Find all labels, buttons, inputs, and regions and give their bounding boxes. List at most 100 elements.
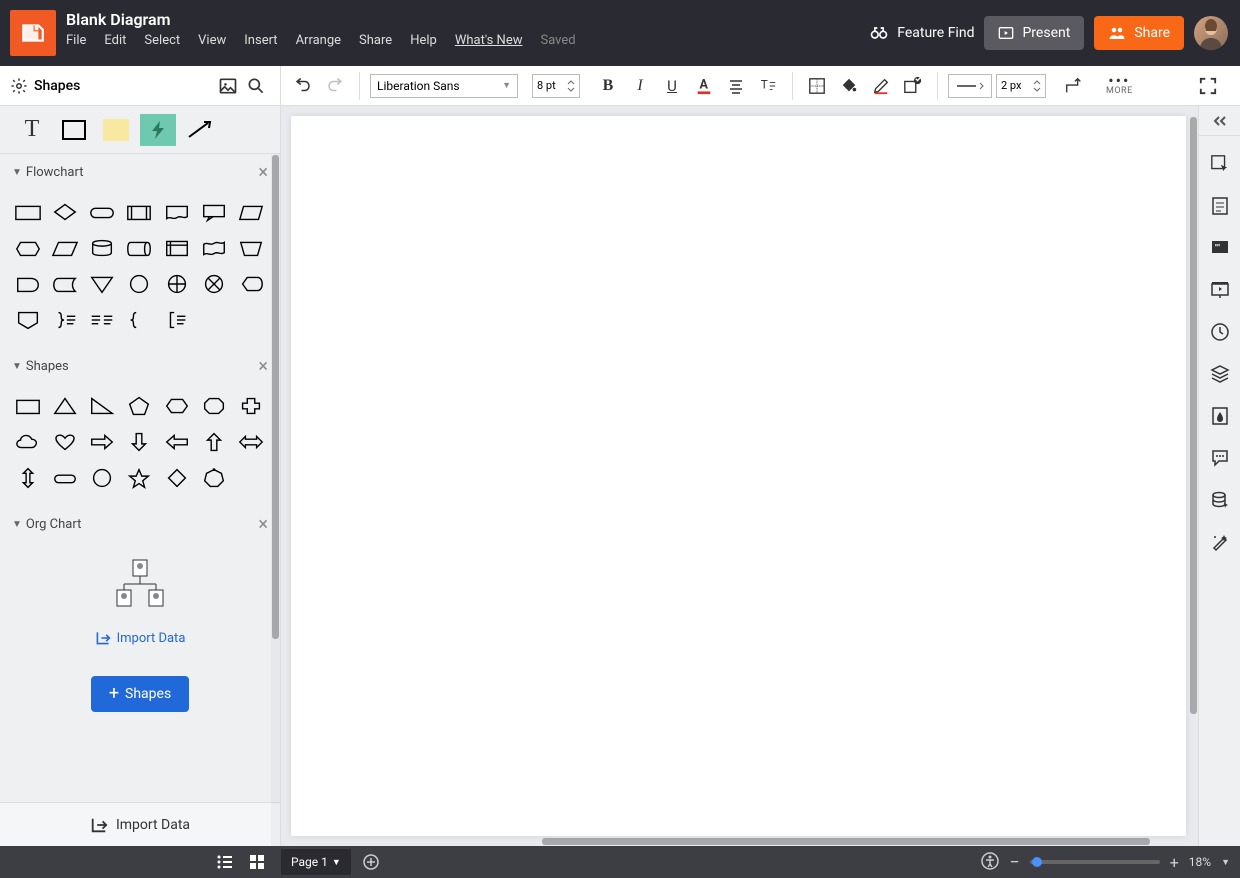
text-color-button[interactable]: A — [690, 72, 718, 100]
orgchart-shape[interactable] — [110, 558, 170, 616]
user-avatar[interactable] — [1194, 16, 1228, 50]
shape-database[interactable] — [86, 232, 118, 264]
shape-or[interactable] — [161, 268, 193, 300]
undo-button[interactable] — [289, 72, 317, 100]
shape-stored-data[interactable] — [49, 268, 81, 300]
fill-button[interactable] — [835, 72, 863, 100]
shape-predefined[interactable] — [123, 196, 155, 228]
shape-display[interactable] — [235, 268, 267, 300]
shape-arrow-leftright[interactable] — [235, 426, 267, 458]
zoom-value[interactable]: 18% — [1189, 855, 1211, 869]
shape-note-lines[interactable] — [86, 304, 118, 336]
list-view-button[interactable] — [213, 850, 237, 874]
font-size-select[interactable]: 8 pt — [532, 74, 580, 98]
shape-heart[interactable] — [49, 426, 81, 458]
shape-diamond[interactable] — [161, 462, 193, 494]
shape-connector[interactable] — [123, 268, 155, 300]
dock-layers[interactable] — [1206, 360, 1234, 388]
share-button[interactable]: Share — [1094, 16, 1184, 50]
shape-arrow-updown[interactable] — [12, 462, 44, 494]
menu-whats-new[interactable]: What's New — [455, 33, 523, 48]
shape-pill[interactable] — [49, 462, 81, 494]
app-logo[interactable] — [10, 10, 56, 56]
close-icon[interactable]: × — [258, 514, 268, 535]
fullscreen-button[interactable] — [1194, 72, 1222, 100]
dock-slides[interactable] — [1206, 276, 1234, 304]
shape-arrow-right[interactable] — [86, 426, 118, 458]
zoom-in-button[interactable]: + — [1170, 853, 1179, 872]
section-flowchart-header[interactable]: ▼ Flowchart × — [0, 154, 280, 190]
canvas-scrollbar-horizontal[interactable] — [291, 837, 1186, 846]
line-tool[interactable] — [182, 114, 218, 146]
add-shapes-button[interactable]: + Shapes — [91, 676, 189, 712]
shape-merge[interactable] — [86, 268, 118, 300]
grid-view-button[interactable] — [245, 850, 269, 874]
more-button[interactable]: ••• MORE — [1106, 76, 1133, 96]
shape-document[interactable] — [161, 196, 193, 228]
note-tool[interactable] — [98, 114, 134, 146]
shape-pentagon[interactable] — [123, 390, 155, 422]
shape-internal-storage[interactable] — [161, 232, 193, 264]
menu-arrange[interactable]: Arrange — [296, 33, 341, 48]
shape-sum[interactable] — [198, 268, 230, 300]
shape-preparation[interactable] — [12, 232, 44, 264]
menu-share[interactable]: Share — [359, 33, 392, 48]
menu-edit[interactable]: Edit — [104, 33, 126, 48]
shape-arrow-down[interactable] — [123, 426, 155, 458]
dock-comments[interactable] — [1206, 444, 1234, 472]
redo-button[interactable] — [321, 72, 349, 100]
shape-direct-data[interactable] — [123, 232, 155, 264]
accessibility-button[interactable] — [981, 852, 999, 873]
menu-insert[interactable]: Insert — [244, 33, 277, 48]
shape-bracket-left[interactable] — [161, 304, 193, 336]
close-icon[interactable]: × — [258, 162, 268, 183]
action-tool[interactable] — [140, 114, 176, 146]
shape-decision[interactable] — [49, 196, 81, 228]
underline-button[interactable]: U — [658, 72, 686, 100]
shape-layout-button[interactable] — [803, 72, 831, 100]
section-orgchart-header[interactable]: ▼ Org Chart × — [0, 506, 280, 542]
dock-history[interactable] — [1206, 318, 1234, 346]
align-button[interactable] — [722, 72, 750, 100]
shape-rectangle[interactable] — [12, 390, 44, 422]
shape-delay[interactable] — [12, 268, 44, 300]
menu-help[interactable]: Help — [410, 33, 437, 48]
text-tool[interactable]: T — [14, 114, 50, 146]
shape-right-triangle[interactable] — [86, 390, 118, 422]
shape-callout[interactable] — [198, 196, 230, 228]
menu-view[interactable]: View — [198, 33, 226, 48]
shape-polygon[interactable] — [198, 462, 230, 494]
shape-brace-left[interactable] — [123, 304, 155, 336]
shape-process[interactable] — [12, 196, 44, 228]
shape-octagon[interactable] — [198, 390, 230, 422]
shape-triangle[interactable] — [49, 390, 81, 422]
dock-outline[interactable] — [1206, 192, 1234, 220]
shape-data2[interactable] — [49, 232, 81, 264]
shape-arrow-up[interactable] — [198, 426, 230, 458]
shape-manual-op[interactable] — [235, 232, 267, 264]
shape-circle[interactable] — [86, 462, 118, 494]
shape-data[interactable] — [235, 196, 267, 228]
close-icon[interactable]: × — [258, 356, 268, 377]
rectangle-tool[interactable] — [56, 114, 92, 146]
shape-arrow-left[interactable] — [161, 426, 193, 458]
page-tab[interactable]: Page 1 ▼ — [281, 849, 351, 875]
shape-paper-tape[interactable] — [198, 232, 230, 264]
italic-button[interactable]: I — [626, 72, 654, 100]
shape-brace-right[interactable] — [49, 304, 81, 336]
dock-data[interactable] — [1206, 486, 1234, 514]
chevron-down-icon[interactable]: ▼ — [1221, 857, 1230, 868]
import-data-button[interactable]: Import Data — [0, 802, 280, 846]
canvas[interactable] — [291, 116, 1186, 836]
shape-offpage[interactable] — [12, 304, 44, 336]
document-title[interactable]: Blank Diagram — [66, 10, 869, 33]
gear-icon[interactable] — [10, 77, 28, 95]
border-color-button[interactable] — [867, 72, 895, 100]
line-routing-button[interactable] — [1060, 72, 1088, 100]
shape-options-button[interactable] — [899, 72, 927, 100]
add-page-button[interactable] — [359, 850, 383, 874]
dock-actions[interactable] — [1206, 528, 1234, 556]
section-shapes-header[interactable]: ▼ Shapes × — [0, 348, 280, 384]
dock-collapse-button[interactable] — [1199, 112, 1240, 136]
sidebar-scrollbar[interactable] — [271, 154, 280, 846]
